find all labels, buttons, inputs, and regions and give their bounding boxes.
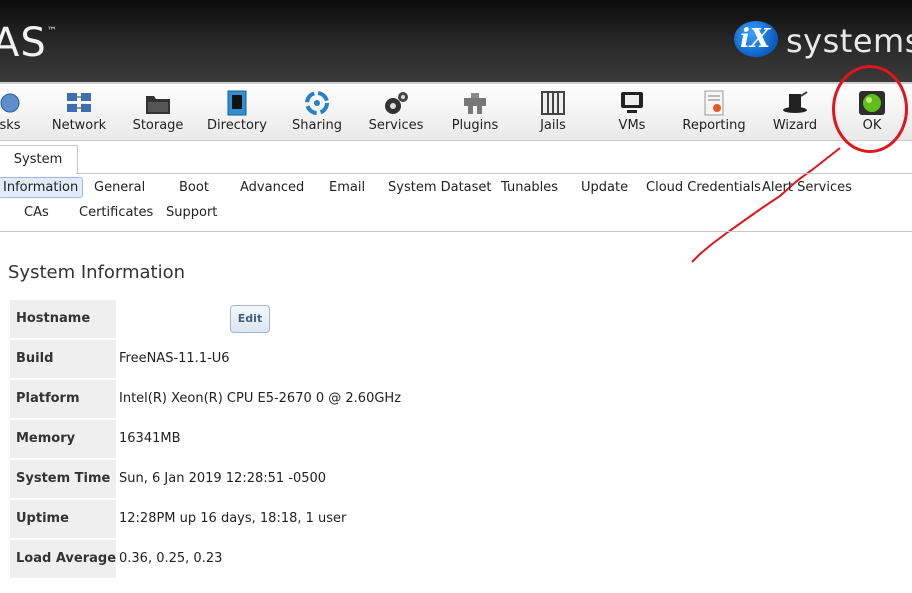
annotation-circle <box>832 65 908 153</box>
subtab-alert-services[interactable]: Alert Services <box>762 180 852 195</box>
table-row-load-average: Load Average 0.36, 0.25, 0.23 <box>10 540 530 578</box>
memory-value: 16341MB <box>119 431 181 446</box>
sharing-icon <box>305 91 329 115</box>
subtab-general[interactable]: General <box>94 180 145 195</box>
subtab-update[interactable]: Update <box>581 180 628 195</box>
subtab-cloud-credentials[interactable]: Cloud Credentials <box>646 180 761 195</box>
subtab-email[interactable]: Email <box>329 180 365 195</box>
subtab-bar: Information General Boot Advanced Email … <box>0 175 912 231</box>
subtab-tunables[interactable]: Tunables <box>501 180 558 195</box>
toolbar-storage[interactable]: Storage <box>128 84 188 140</box>
table-row-uptime: Uptime 12:28PM up 16 days, 18:18, 1 user <box>10 500 530 538</box>
edit-hostname-button[interactable]: Edit <box>230 305 270 333</box>
tasks-icon <box>0 93 20 113</box>
subtab-advanced[interactable]: Advanced <box>240 180 304 195</box>
tab-bar: System <box>0 141 912 175</box>
network-icon <box>67 93 91 112</box>
vms-icon <box>621 92 643 113</box>
system-time-value: Sun, 6 Jan 2019 12:28:51 -0500 <box>119 471 327 486</box>
toolbar-sharing[interactable]: Sharing <box>288 84 346 140</box>
hostname-label: Hostname <box>10 300 116 338</box>
system-time-label: System Time <box>10 460 116 498</box>
subtab-information[interactable]: Information <box>0 177 84 198</box>
load-average-label: Load Average <box>10 540 116 578</box>
toolbar-services[interactable]: Services <box>366 84 426 140</box>
build-label: Build <box>10 340 116 378</box>
table-row-hostname: Hostname Edit <box>10 300 530 338</box>
platform-value: Intel(R) Xeon(R) CPU E5-2670 0 @ 2.60GHz <box>119 391 402 406</box>
app-header: AS™ iX systems™ <box>0 0 912 84</box>
subtab-cas[interactable]: CAs <box>24 205 49 220</box>
toolbar-wizard[interactable]: Wizard <box>770 84 820 140</box>
toolbar-directory[interactable]: Directory <box>205 84 269 140</box>
table-row-memory: Memory 16341MB <box>10 420 530 458</box>
toolbar-tasks[interactable]: sks <box>0 84 30 140</box>
storage-icon <box>146 96 170 114</box>
toolbar-plugins[interactable]: Plugins <box>448 84 502 140</box>
services-icon <box>385 92 408 114</box>
main-toolbar: sks Network Storage Directory Sharing Se… <box>0 84 912 141</box>
subtab-support[interactable]: Support <box>166 205 217 220</box>
platform-label: Platform <box>10 380 116 418</box>
toolbar-vms[interactable]: VMs <box>612 84 652 140</box>
toolbar-reporting[interactable]: Reporting <box>681 84 747 140</box>
uptime-label: Uptime <box>10 500 116 538</box>
directory-icon <box>227 90 247 116</box>
toolbar-jails[interactable]: Jails <box>533 84 573 140</box>
load-average-value: 0.36, 0.25, 0.23 <box>119 551 223 566</box>
table-row-platform: Platform Intel(R) Xeon(R) CPU E5-2670 0 … <box>10 380 530 418</box>
subtab-system-dataset[interactable]: System Dataset <box>388 180 492 195</box>
wizard-icon <box>783 91 808 113</box>
build-value: FreeNAS-11.1-U6 <box>119 351 230 366</box>
page-title: System Information <box>8 262 186 283</box>
toolbar-network[interactable]: Network <box>48 84 110 140</box>
table-row-build: Build FreeNAS-11.1-U6 <box>10 340 530 378</box>
tab-system[interactable]: System <box>0 145 78 174</box>
subtab-boot[interactable]: Boot <box>179 180 209 195</box>
content-divider <box>0 231 912 232</box>
subtab-certificates[interactable]: Certificates <box>79 205 153 220</box>
jails-icon <box>541 91 565 115</box>
memory-label: Memory <box>10 420 116 458</box>
reporting-icon <box>704 90 724 116</box>
table-row-system-time: System Time Sun, 6 Jan 2019 12:28:51 -05… <box>10 460 530 498</box>
plugins-icon <box>464 93 486 114</box>
uptime-value: 12:28PM up 16 days, 18:18, 1 user <box>119 511 347 526</box>
freenas-logo: AS™ <box>0 20 58 66</box>
